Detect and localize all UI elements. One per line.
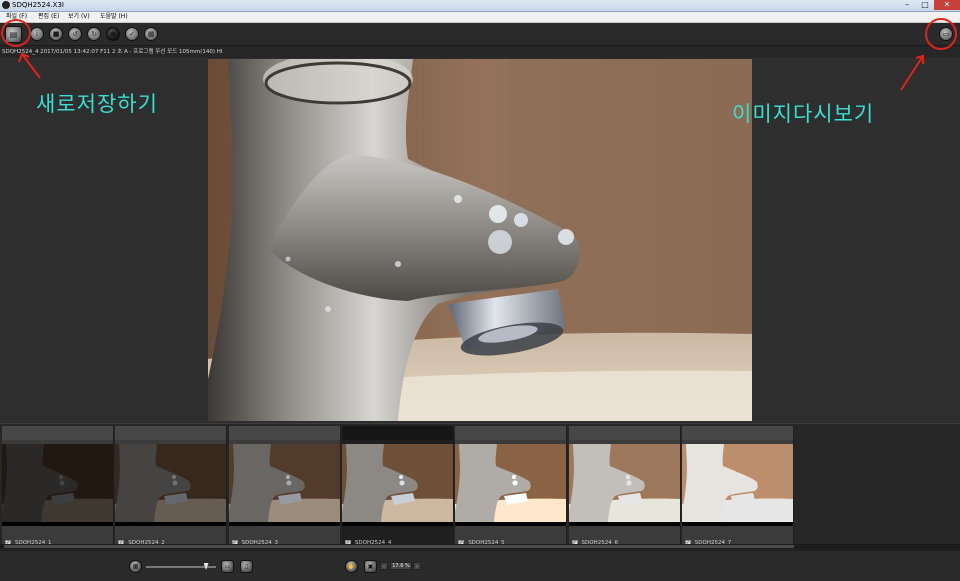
lock-icon: ■ — [52, 30, 60, 38]
thumbnail-image[interactable] — [455, 444, 567, 522]
thumbnail-separator — [228, 522, 340, 526]
thumbnail-header — [568, 426, 680, 440]
menu-view[interactable]: 보기 (V) — [68, 12, 90, 22]
close-icon[interactable]: ✕ — [934, 0, 960, 10]
black-circle-icon: ● — [109, 30, 117, 38]
thumbnail-item[interactable]: ✓ SDQH2524_2 — [115, 426, 228, 548]
lock-button[interactable]: ■ — [49, 27, 63, 41]
thumbnail-header — [115, 426, 227, 440]
thumbnail-header — [228, 426, 340, 440]
main-photo[interactable] — [208, 59, 752, 421]
zoom-in-button[interactable]: › — [413, 562, 421, 570]
grid-button[interactable]: ▦ — [144, 27, 158, 41]
fit-icon: ▭ — [224, 563, 231, 570]
thumbnail-item[interactable]: ✓ SDQH2524_1 — [2, 426, 114, 548]
zoom-out-button[interactable]: ‹ — [380, 562, 388, 570]
rotate-left-icon: ↺ — [72, 30, 78, 38]
thumbnail-item[interactable]: ✓ SDQH2524_3 — [228, 426, 341, 548]
thumbnail-item[interactable]: ✓ SDQH2524_6 — [568, 426, 681, 548]
black-button[interactable]: ● — [106, 27, 120, 41]
app-icon — [2, 1, 10, 9]
check-icon: ✓ — [129, 30, 135, 38]
filmstrip-scrollbar[interactable] — [0, 544, 960, 549]
menu-edit[interactable]: 편집 (E) — [38, 12, 59, 22]
thumbnail-header — [2, 426, 113, 440]
zoom-icon: ▣ — [367, 563, 374, 570]
thumbnail-header — [341, 426, 453, 440]
rotate-left-button[interactable]: ↺ — [68, 27, 82, 41]
thumbnail-image[interactable] — [2, 444, 113, 522]
window-controls: – □ ✕ — [898, 0, 960, 10]
hand-tool-button[interactable]: ✋ — [345, 560, 358, 573]
thumbnail-separator — [681, 522, 793, 526]
filmstrip-scroll-track[interactable] — [4, 545, 794, 548]
filmstrip: ✓ SDQH2524_1 ✓ SDQH2524_2 ✓ SDQH2524_3 ✓… — [0, 423, 960, 550]
grid-icon: ▦ — [147, 30, 155, 38]
file-info-bar: SDQH2524_4 2017/01/05 13:42:07 F11 2 초 A… — [0, 46, 960, 58]
minimize-icon[interactable]: – — [898, 0, 916, 10]
fit-view-button[interactable]: ▭ — [221, 560, 234, 573]
save-new-highlight — [1, 19, 31, 47]
check-button[interactable]: ✓ — [125, 27, 139, 41]
faucet-photo — [208, 59, 752, 421]
thumbnail-image[interactable] — [341, 444, 453, 522]
zoom-value[interactable]: 17.6 % — [390, 562, 412, 570]
hand-icon: ✋ — [347, 563, 356, 570]
menu-bar: 파일 (F) 편집 (E) 보기 (V) 도움말 (H) — [0, 12, 960, 23]
zoom-fit-button[interactable]: ▣ — [364, 560, 377, 573]
title-bar: SDQH2524.X3I – □ ✕ — [0, 0, 960, 12]
compare-view-button[interactable]: ▯ — [240, 560, 253, 573]
menu-help[interactable]: 도움말 (H) — [100, 12, 128, 22]
grid-icon: ▦ — [132, 563, 139, 570]
thumbnail-image[interactable] — [568, 444, 680, 522]
rotate-right-icon: ↻ — [91, 30, 97, 38]
annotation-arrow-right — [900, 54, 924, 91]
thumbnail-item[interactable]: ✓ SDQH2524_7 — [681, 426, 794, 548]
thumbnail-image[interactable] — [115, 444, 227, 522]
info-icon: i — [36, 30, 38, 38]
maximize-icon[interactable]: □ — [916, 0, 934, 10]
annotation-view-label: 이미지다시보기 — [732, 102, 875, 126]
thumbnail-view-button[interactable]: ▦ — [129, 560, 142, 573]
thumbnail-header — [455, 426, 567, 440]
thumbnail-separator — [455, 522, 567, 526]
view-again-highlight — [925, 18, 957, 50]
thumbnail-image[interactable] — [228, 444, 340, 522]
annotation-save-label: 새로저장하기 — [36, 92, 158, 116]
thumbnail-image[interactable] — [681, 444, 793, 522]
thumbnail-separator — [341, 522, 453, 526]
thumbnail-header — [681, 426, 793, 440]
info-button[interactable]: i — [30, 27, 44, 41]
thumbnail-separator — [568, 522, 680, 526]
bottom-bar: ▦ ▭ ▯ ✋ ▣ ‹ 17.6 % › — [0, 550, 960, 581]
window-title: SDQH2524.X3I — [12, 1, 64, 9]
compare-icon: ▯ — [244, 563, 249, 570]
thumbnail-item[interactable]: ✓ SDQH2524_4 — [341, 426, 454, 548]
thumbnail-separator — [2, 522, 113, 526]
annotation-arrow-left — [18, 52, 41, 79]
thumbnail-separator — [115, 522, 227, 526]
thumbnail-item[interactable]: ✓ SDQH2524_5 — [455, 426, 568, 548]
image-viewer: 새로저장하기 이미지다시보기 — [0, 18, 960, 422]
toolbar: ▤ i ■ ↺ ↻ ● ✓ ▦ ▭ — [0, 23, 960, 46]
rotate-right-button[interactable]: ↻ — [87, 27, 101, 41]
